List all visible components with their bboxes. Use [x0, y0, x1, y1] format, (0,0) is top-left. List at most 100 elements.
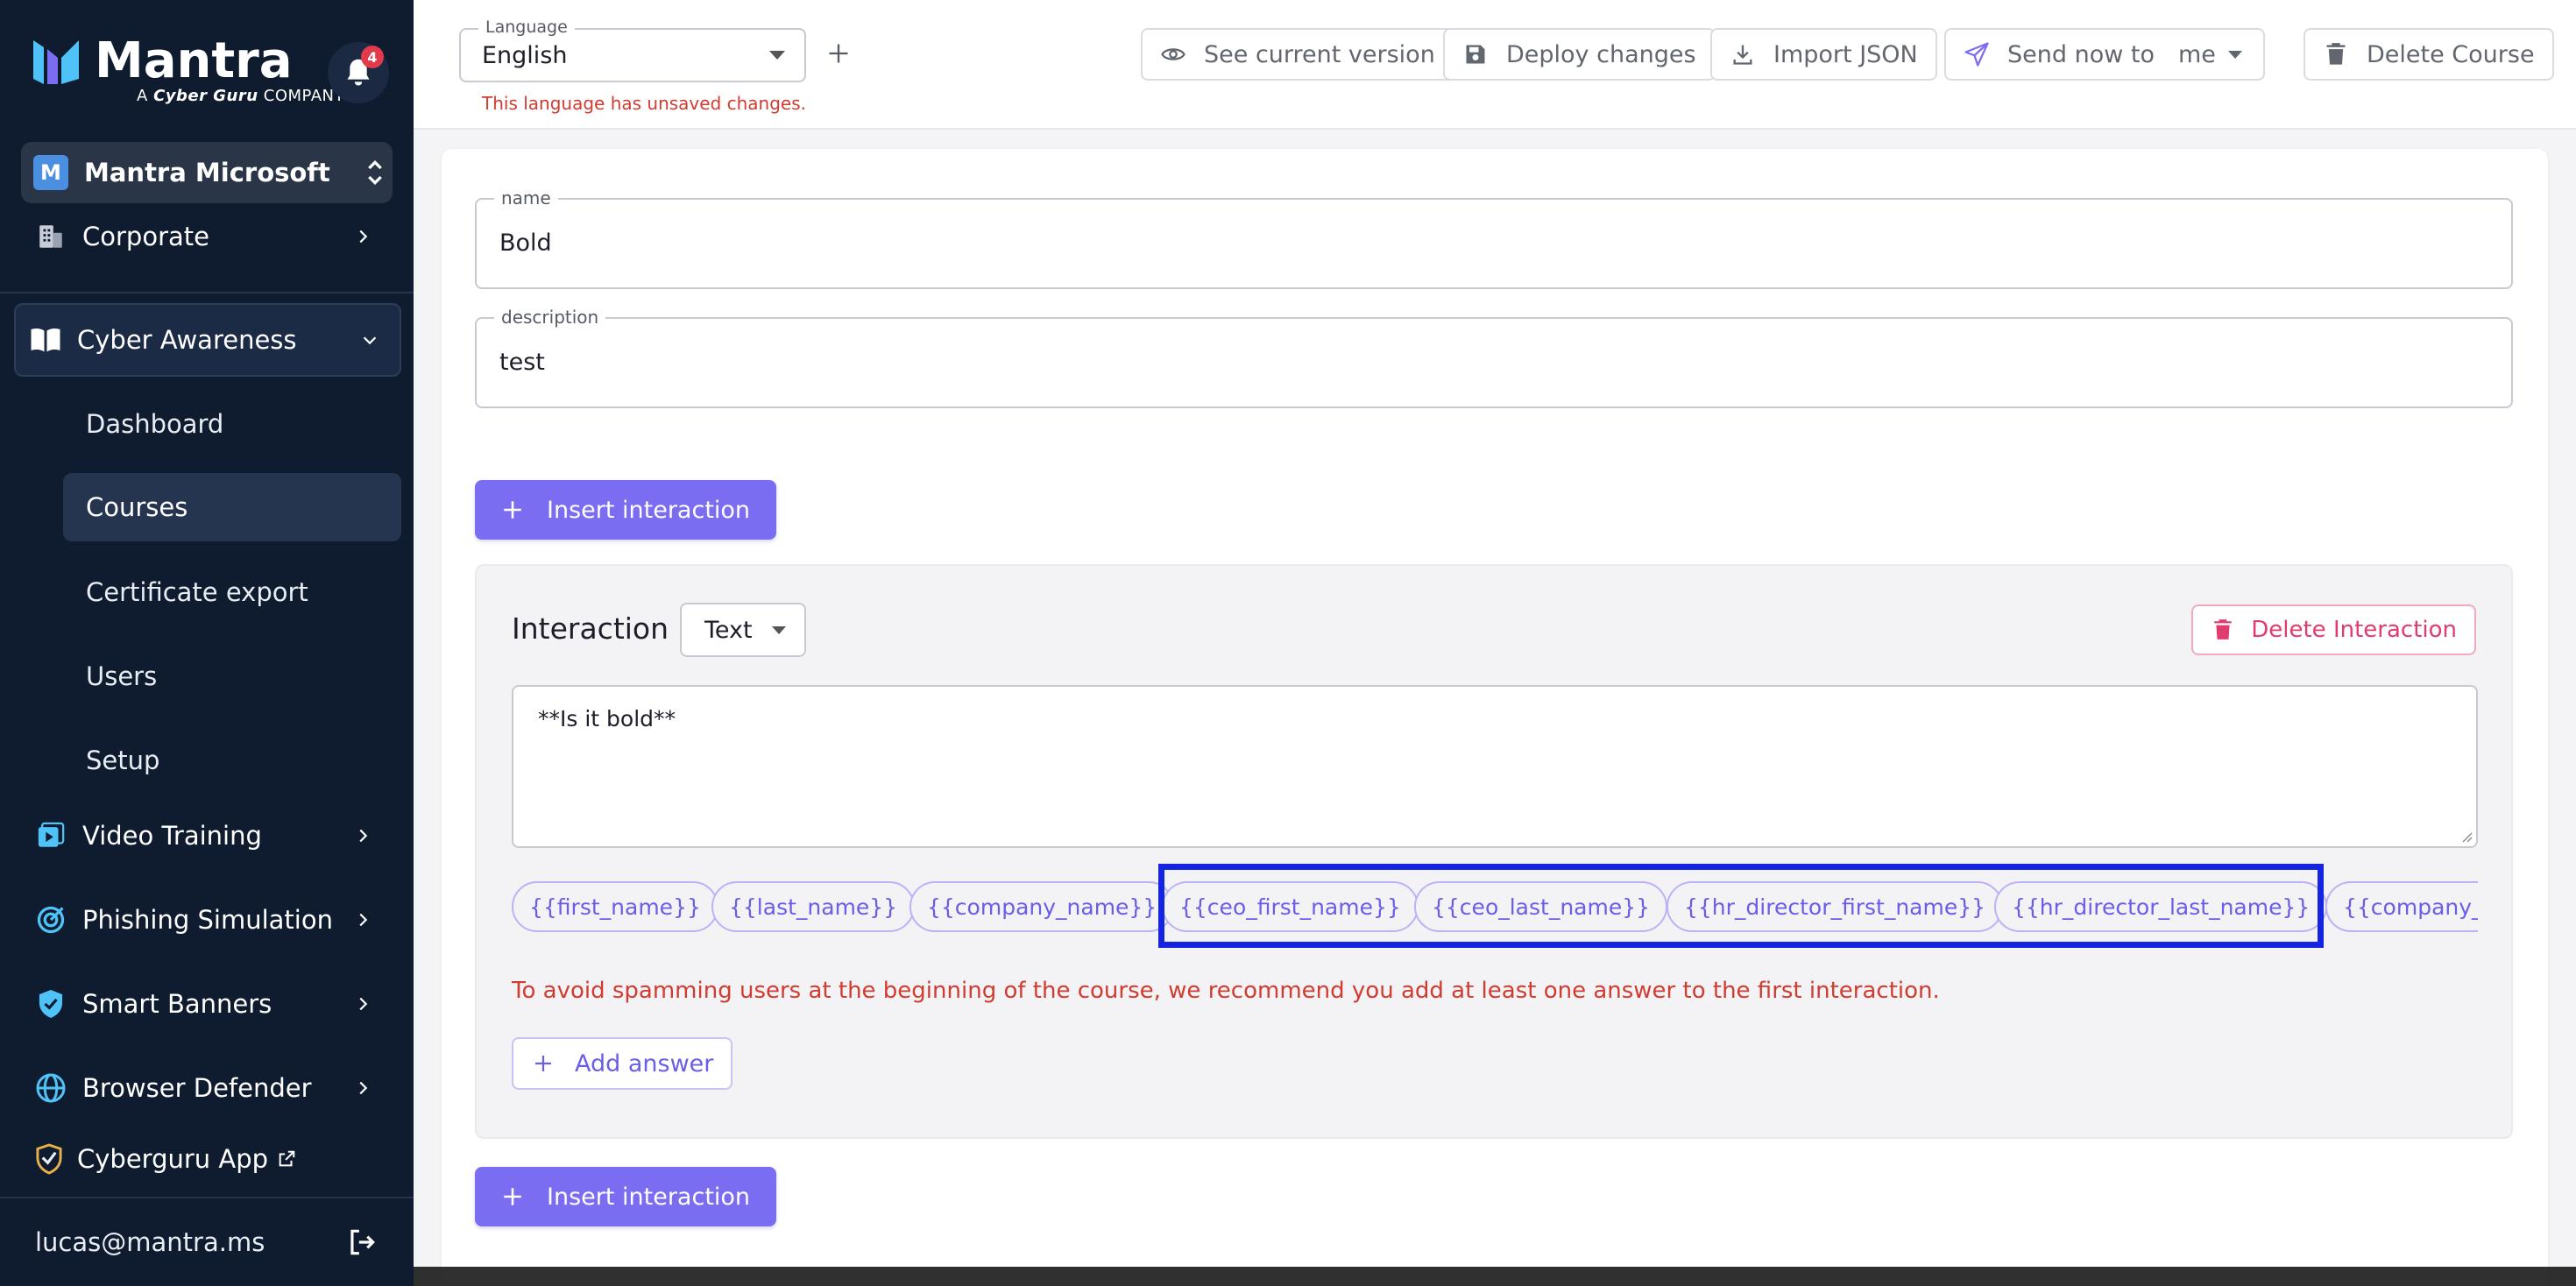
button-label: Send now to	[2007, 40, 2155, 68]
send-target-select[interactable]: me	[2157, 28, 2265, 81]
insert-interaction-button-bottom[interactable]: Insert interaction	[475, 1167, 777, 1226]
interaction-title: Interaction 1	[512, 611, 697, 646]
plus-icon	[829, 44, 848, 63]
language-value: English	[482, 42, 568, 69]
sidebar-item-browser-defender[interactable]: Browser Defender	[21, 1060, 393, 1116]
cyberguru-shield-icon	[36, 1143, 62, 1175]
button-label: See current version	[1204, 40, 1435, 68]
interaction-text-value: **Is it bold**	[538, 706, 676, 731]
language-select[interactable]: Language English	[459, 18, 806, 82]
delete-interaction-button[interactable]: Delete Interaction	[2191, 604, 2476, 655]
eye-icon	[1161, 48, 1185, 60]
button-label: Import JSON	[1773, 40, 1918, 68]
sidebar-subitem-dashboard[interactable]: Dashboard	[63, 390, 401, 458]
sidebar-item-label: Video Training	[82, 821, 262, 851]
org-switcher[interactable]: M Mantra Microsoft	[21, 142, 393, 203]
phishing-hook-icon	[37, 906, 65, 934]
sidebar-item-label: Corporate	[82, 222, 209, 251]
external-link-icon	[279, 1150, 295, 1167]
button-label: Deploy changes	[1506, 40, 1696, 68]
video-play-icon	[38, 822, 65, 847]
sidebar-item-video-training[interactable]: Video Training	[21, 808, 393, 864]
sidebar: Mantra A Cyber Guru COMPANY 4 M Mantra M…	[0, 0, 414, 1286]
answer-warning: To avoid spamming users at the beginning…	[512, 978, 1940, 1004]
add-language-button[interactable]	[817, 32, 860, 75]
chevron-right-icon	[359, 997, 368, 1011]
variable-chip[interactable]: {{last_name}}	[711, 881, 916, 932]
building-icon	[39, 225, 62, 248]
language-unsaved-warning: This language has unsaved changes.	[482, 93, 807, 114]
description-value: test	[499, 349, 545, 376]
interaction-type-value: Text	[704, 616, 753, 644]
trash-icon	[2326, 43, 2346, 65]
sidebar-item-label: Browser Defender	[82, 1073, 312, 1103]
org-name: Mantra Microsoft	[84, 158, 330, 187]
insert-interaction-button-top[interactable]: Insert interaction	[475, 480, 777, 540]
variable-chip[interactable]: {{hr_director_first_name}}	[1667, 881, 2004, 932]
sidebar-subitem-setup[interactable]: Setup	[63, 726, 401, 795]
chevron-down-icon	[363, 336, 377, 345]
send-target-value: me	[2178, 40, 2216, 68]
sidebar-subitem-certificate-export[interactable]: Certificate export	[63, 558, 401, 626]
chevron-right-icon	[359, 1081, 368, 1095]
sidebar-item-label: Cyberguru App	[77, 1144, 269, 1174]
see-current-version-button[interactable]: See current version	[1141, 28, 1454, 81]
user-footer: lucas@mantra.ms	[0, 1197, 414, 1286]
sidebar-item-label: Cyber Awareness	[77, 325, 297, 355]
sidebar-subitem-courses[interactable]: Courses	[63, 473, 401, 541]
variable-chip[interactable]: {{first_name}}	[512, 881, 718, 932]
button-label: Add answer	[575, 1049, 714, 1078]
variable-chip[interactable]: {{hr_director_last_name}}	[1994, 881, 2328, 932]
variable-chip[interactable]: {{company_name}}	[909, 881, 1175, 932]
delete-course-button[interactable]: Delete Course	[2304, 28, 2554, 81]
variable-chip[interactable]: {{ceo_first_name}}	[1162, 881, 1419, 932]
window-bottom-edge	[414, 1267, 2576, 1286]
button-label: Insert interaction	[547, 496, 751, 524]
sidebar-item-phishing-simulation[interactable]: Phishing Simulation	[21, 892, 393, 948]
name-label: name	[494, 187, 558, 208]
variable-chip[interactable]: {{ceo_last_name}}	[1414, 881, 1668, 932]
download-icon	[1733, 45, 1752, 65]
variable-chip[interactable]: {{company_c	[2325, 881, 2478, 932]
caret-down-icon	[769, 51, 785, 60]
import-json-button[interactable]: Import JSON	[1710, 28, 1937, 81]
button-label: Delete Interaction	[2251, 617, 2457, 643]
sidebar-item-smart-banners[interactable]: Smart Banners	[21, 976, 393, 1032]
language-label: Language	[478, 18, 575, 37]
sidebar-item-cyberguru-app[interactable]: Cyberguru App	[23, 1131, 394, 1187]
sidebar-item-label: Smart Banners	[82, 989, 272, 1019]
sidebar-subitem-users[interactable]: Users	[63, 642, 401, 710]
top-toolbar: Language English This language has unsav…	[414, 0, 2576, 130]
chevron-right-icon	[359, 829, 368, 843]
sidebar-divider	[0, 292, 414, 293]
chevron-right-icon	[359, 230, 368, 244]
description-field[interactable]: description test	[475, 307, 2513, 408]
plus-icon	[504, 501, 521, 519]
logout-icon[interactable]	[345, 1226, 379, 1259]
name-value: Bold	[499, 230, 552, 257]
brand-tagline: A Cyber Guru COMPANY	[137, 87, 345, 105]
sidebar-item-corporate[interactable]: Corporate	[21, 208, 393, 265]
notification-count-badge: 4	[361, 46, 384, 68]
send-now-button[interactable]: Send now to	[1944, 28, 2174, 81]
interaction-panel: Interaction 1 Text Delete Interaction **…	[475, 564, 2513, 1139]
sidebar-item-cyber-awareness[interactable]: Cyber Awareness	[14, 303, 401, 377]
brand-logo[interactable]: Mantra A Cyber Guru COMPANY	[32, 35, 344, 105]
resize-handle-icon[interactable]	[2460, 830, 2473, 843]
interaction-type-select[interactable]: Text	[680, 603, 806, 657]
notifications-button[interactable]: 4	[328, 42, 389, 103]
mantra-logo-icon	[33, 40, 79, 84]
plus-icon	[535, 1056, 551, 1071]
send-icon	[1964, 42, 1989, 67]
plus-icon	[504, 1188, 521, 1205]
name-field[interactable]: name Bold	[475, 187, 2513, 289]
description-label: description	[494, 307, 606, 328]
add-answer-button[interactable]: Add answer	[512, 1037, 733, 1090]
interaction-text-input[interactable]: **Is it bold**	[512, 685, 2478, 848]
book-open-icon	[31, 329, 60, 352]
org-avatar: M	[33, 155, 68, 190]
brand-name: Mantra	[95, 32, 293, 89]
deploy-changes-button[interactable]: Deploy changes	[1443, 28, 1716, 81]
caret-down-icon	[771, 625, 786, 634]
globe-icon	[36, 1073, 66, 1103]
